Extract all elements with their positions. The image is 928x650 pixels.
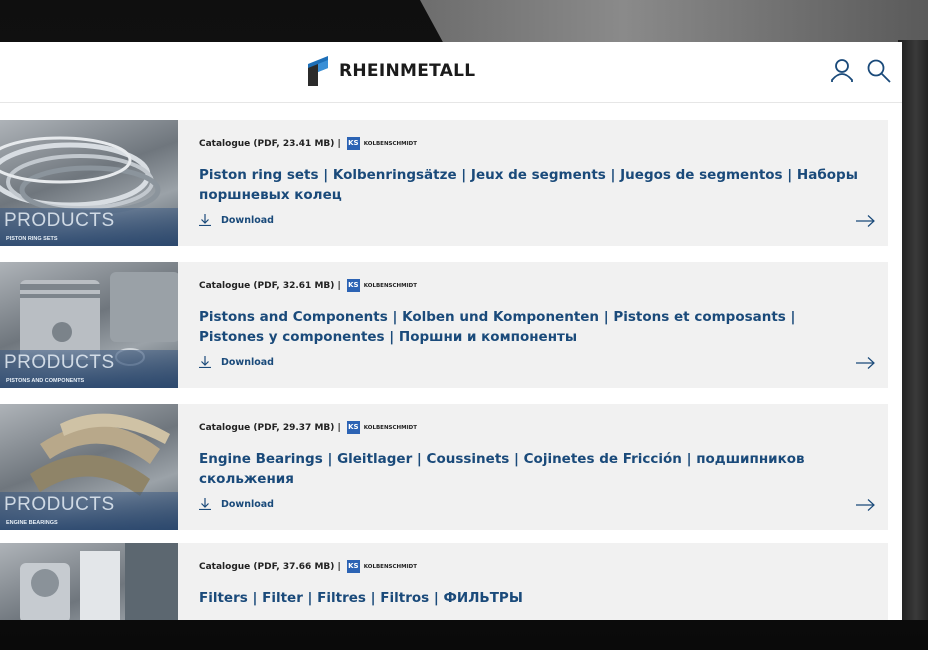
site-header: RHEINMETALL bbox=[0, 42, 902, 103]
catalogue-title[interactable]: Piston ring sets | Kolbenringsätze | Jeu… bbox=[199, 165, 859, 205]
brand-name: KOLBENSCHMIDT bbox=[363, 282, 417, 289]
thumbnail-subtitle: ENGINE BEARINGS bbox=[6, 520, 58, 526]
rheinmetall-logo-mark-icon bbox=[308, 56, 328, 86]
download-label: Download bbox=[221, 356, 274, 368]
catalogue-meta: Catalogue (PDF, 29.37 MB) | KS KOLBENSCH… bbox=[199, 421, 417, 434]
catalogue-thumbnail[interactable]: PRODUCTS PISTON RING SETS bbox=[0, 120, 178, 246]
thumbnail-title: PRODUCTS bbox=[4, 494, 115, 515]
kolbenschmidt-logo-icon: KS bbox=[346, 560, 360, 573]
download-icon bbox=[199, 356, 211, 368]
catalogue-title[interactable]: Filters | Filter | Filtres | Filtros | Ф… bbox=[199, 588, 859, 608]
brand-name: KOLBENSCHMIDT bbox=[363, 140, 417, 147]
file-info: Catalogue (PDF, 32.61 MB) | bbox=[199, 280, 341, 291]
download-link[interactable]: Download bbox=[199, 214, 274, 226]
catalogue-thumbnail[interactable]: PRODUCTS PISTONS AND COMPONENTS bbox=[0, 262, 178, 388]
download-label: Download bbox=[221, 214, 274, 226]
thumbnail-title: PRODUCTS bbox=[4, 210, 115, 231]
catalogue-title[interactable]: Pistons and Components | Kolben und Komp… bbox=[199, 307, 859, 347]
catalogue-card: PRODUCTS PISTONS AND COMPONENTS Catalogu… bbox=[0, 262, 888, 388]
download-link[interactable]: Download bbox=[199, 356, 274, 368]
catalogue-card: PRODUCTS ENGINE BEARINGS Catalogue (PDF,… bbox=[0, 404, 888, 530]
download-icon bbox=[199, 214, 211, 226]
kolbenschmidt-logo-icon: KS bbox=[346, 421, 360, 434]
arrow-right-icon[interactable] bbox=[856, 214, 876, 228]
device-bezel bbox=[898, 40, 928, 620]
thumbnail-subtitle: PISTONS AND COMPONENTS bbox=[6, 378, 85, 384]
arrow-right-icon[interactable] bbox=[856, 356, 876, 370]
catalogue-thumbnail[interactable]: PRODUCTS ENGINE BEARINGS bbox=[0, 404, 178, 530]
filters-image bbox=[20, 543, 178, 620]
catalogue-meta: Catalogue (PDF, 37.66 MB) | KS KOLBENSCH… bbox=[199, 560, 417, 573]
file-info: Catalogue (PDF, 29.37 MB) | bbox=[199, 422, 341, 433]
thumbnail-subtitle: PISTON RING SETS bbox=[6, 236, 58, 242]
rheinmetall-logo[interactable]: RHEINMETALL bbox=[305, 54, 475, 88]
arrow-right-icon[interactable] bbox=[856, 498, 876, 512]
catalogue-card: PRODUCTS PISTON RING SETS Catalogue (PDF… bbox=[0, 120, 888, 246]
catalogue-meta: Catalogue (PDF, 32.61 MB) | KS KOLBENSCH… bbox=[199, 279, 417, 292]
brand-name: KOLBENSCHMIDT bbox=[363, 563, 417, 570]
search-icon[interactable] bbox=[866, 58, 892, 84]
thumbnail-title: PRODUCTS bbox=[4, 352, 115, 373]
file-info: Catalogue (PDF, 23.41 MB) | bbox=[199, 138, 341, 149]
browser-screen: RHEINMETALL PRODUCTS PISTON RING SETS Ca… bbox=[0, 42, 902, 620]
logo-text: RHEINMETALL bbox=[339, 61, 476, 81]
kolbenschmidt-logo-icon: KS bbox=[346, 137, 360, 150]
brand-name: KOLBENSCHMIDT bbox=[363, 424, 417, 431]
kolbenschmidt-logo-icon: KS bbox=[346, 279, 360, 292]
download-label: Download bbox=[221, 498, 274, 510]
download-icon bbox=[199, 498, 211, 510]
file-info: Catalogue (PDF, 37.66 MB) | bbox=[199, 561, 341, 572]
download-link[interactable]: Download bbox=[199, 498, 274, 510]
catalogue-thumbnail[interactable] bbox=[0, 543, 178, 620]
user-icon[interactable] bbox=[830, 58, 854, 84]
catalogue-title[interactable]: Engine Bearings | Gleitlager | Coussinet… bbox=[199, 449, 859, 489]
catalogue-card: Catalogue (PDF, 37.66 MB) | KS KOLBENSCH… bbox=[0, 543, 888, 620]
catalogue-meta: Catalogue (PDF, 23.41 MB) | KS KOLBENSCH… bbox=[199, 137, 417, 150]
